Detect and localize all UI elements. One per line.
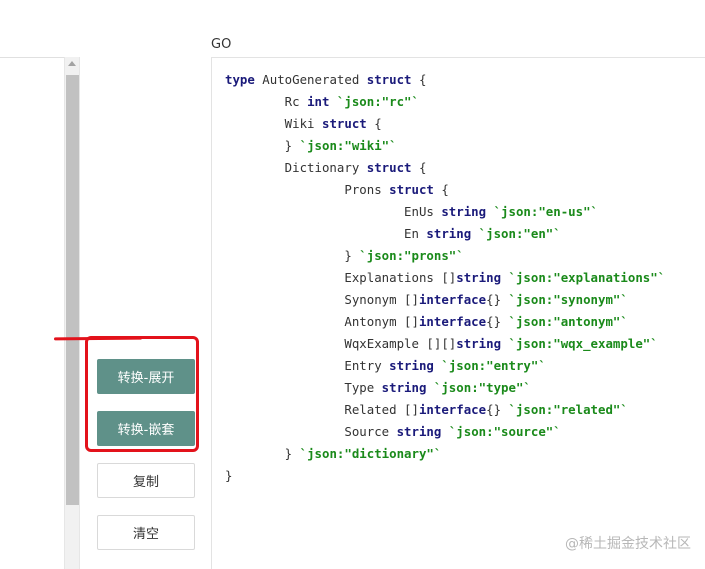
code-json-tag: `json:"type"` [433, 380, 531, 395]
code-line: Explanations []string `json:"explanation… [225, 267, 665, 289]
scroll-up-arrow-icon[interactable] [68, 61, 76, 66]
code-line: WqxExample [][]string `json:"wqx_example… [225, 333, 665, 355]
code-text: Rc [225, 94, 308, 109]
code-line: } `json:"wiki"` [225, 135, 665, 157]
code-keyword: int [307, 94, 330, 109]
code-line: En string `json:"en"` [225, 223, 665, 245]
code-text: { [366, 116, 382, 131]
code-json-tag: `json:"wqx_example"` [508, 336, 658, 351]
code-json-tag: `json:"en-us"` [493, 204, 599, 219]
code-text: } [225, 468, 233, 483]
code-keyword: interface [418, 314, 487, 329]
code-line: Type string `json:"type"` [225, 377, 665, 399]
code-text: { [411, 72, 427, 87]
code-text: Type [225, 380, 382, 395]
code-keyword: struct [366, 72, 412, 87]
code-keyword: string [381, 380, 427, 395]
code-text: En [225, 226, 427, 241]
code-keyword: string [456, 270, 502, 285]
code-text: { [411, 160, 427, 175]
code-line: } `json:"dictionary"` [225, 443, 665, 465]
code-text: Explanations [] [225, 270, 457, 285]
code-text: Antonym [] [225, 314, 419, 329]
code-text: Synonym [] [225, 292, 419, 307]
code-json-tag: `json:"rc"` [336, 94, 419, 109]
code-text: {} [486, 292, 509, 307]
code-json-tag: `json:"en"` [478, 226, 561, 241]
code-json-tag: `json:"antonym"` [508, 314, 628, 329]
code-text: } [225, 446, 300, 461]
input-panel[interactable] [0, 57, 64, 569]
code-line: Prons struct { [225, 179, 665, 201]
code-json-tag: `json:"prons"` [359, 248, 464, 263]
code-block: type AutoGenerated struct { Rc int `json… [225, 69, 665, 487]
scroll-thumb[interactable] [66, 75, 79, 505]
code-keyword: struct [321, 116, 367, 131]
code-line: } [225, 465, 665, 487]
code-keyword: interface [418, 292, 487, 307]
code-text: Entry [225, 358, 390, 373]
code-keyword: struct [389, 182, 434, 197]
code-keyword: interface [418, 402, 487, 417]
code-text: WqxExample [][] [225, 336, 457, 351]
code-line: Synonym []interface{} `json:"synonym"` [225, 289, 665, 311]
code-keyword: type [225, 72, 255, 87]
code-text: {} [486, 402, 509, 417]
code-keyword: string [396, 424, 442, 439]
code-text: Related [] [225, 402, 419, 417]
code-line: } `json:"prons"` [225, 245, 665, 267]
code-text: } [225, 248, 360, 263]
code-text: Prons [225, 182, 390, 197]
code-keyword: string [389, 358, 434, 373]
code-line: Antonym []interface{} `json:"antonym"` [225, 311, 665, 333]
code-line: EnUs string `json:"en-us"` [225, 201, 665, 223]
watermark: @稀土掘金技术社区 [565, 536, 691, 552]
code-text: AutoGenerated [254, 72, 367, 87]
code-json-tag: `json:"source"` [448, 424, 561, 439]
code-json-tag: `json:"explanations"` [508, 270, 666, 285]
code-json-tag: `json:"entry"` [441, 358, 546, 373]
annotation-highlight-box [85, 336, 199, 452]
code-text: Source [225, 424, 397, 439]
code-text: EnUs [225, 204, 442, 219]
code-keyword: string [441, 204, 487, 219]
code-keyword: string [426, 226, 472, 241]
code-line: Wiki struct { [225, 113, 665, 135]
code-line: Dictionary struct { [225, 157, 665, 179]
code-json-tag: `json:"synonym"` [508, 292, 628, 307]
code-line: Rc int `json:"rc"` [225, 91, 665, 113]
copy-button[interactable]: 复制 [97, 463, 195, 498]
code-keyword: struct [366, 160, 412, 175]
code-line: Source string `json:"source"` [225, 421, 665, 443]
code-output-area[interactable]: type AutoGenerated struct { Rc int `json… [211, 57, 705, 569]
code-text: {} [486, 314, 509, 329]
code-keyword: string [456, 336, 502, 351]
code-text: { [433, 182, 449, 197]
output-language-label: GO [211, 37, 232, 52]
code-json-tag: `json:"wiki"` [299, 138, 397, 153]
code-json-tag: `json:"dictionary"` [299, 446, 442, 461]
code-json-tag: `json:"related"` [508, 402, 628, 417]
code-line: Related []interface{} `json:"related"` [225, 399, 665, 421]
clear-button[interactable]: 清空 [97, 515, 195, 550]
code-line: type AutoGenerated struct { [225, 69, 665, 91]
code-text: Wiki [225, 116, 322, 131]
input-scrollbar[interactable] [64, 57, 80, 569]
code-line: Entry string `json:"entry"` [225, 355, 665, 377]
code-text: Dictionary [225, 160, 367, 175]
code-text: } [225, 138, 300, 153]
